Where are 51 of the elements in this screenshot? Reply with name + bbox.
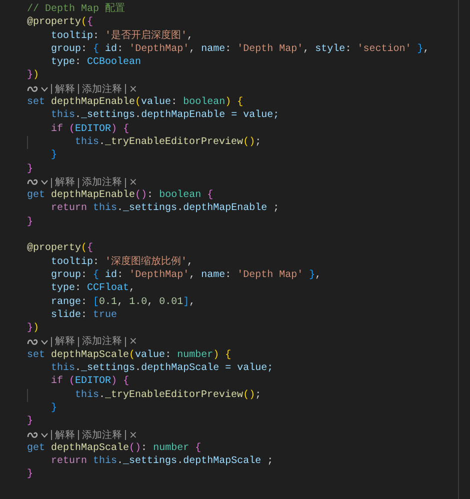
code-line: }) bbox=[27, 69, 40, 83]
code-line: } bbox=[27, 468, 34, 482]
loop-icon[interactable] bbox=[27, 84, 38, 94]
code-line: } bbox=[27, 162, 34, 176]
chevron-down-icon[interactable] bbox=[41, 432, 48, 438]
code-line: return this._settings.depthMapScale ; bbox=[50, 455, 274, 468]
code-line: slide: true bbox=[50, 308, 118, 322]
close-icon[interactable]: × bbox=[129, 428, 138, 442]
code-line: get depthMapScale(): number { bbox=[27, 442, 202, 456]
code-line: } bbox=[27, 415, 34, 428]
codelens-link[interactable]: 解释 bbox=[55, 428, 75, 442]
code-line: set depthMapEnable(value: boolean) { bbox=[27, 96, 244, 110]
code-line: return this._settings.depthMapEnable ; bbox=[50, 202, 280, 216]
code-line: tooltip: '深度图缩放比例', bbox=[50, 256, 194, 269]
code-line: group: { id: 'DepthMap', name: 'Depth Map' }, bbox=[50, 268, 322, 282]
close-icon[interactable]: × bbox=[129, 82, 138, 96]
code-line: // Depth Map 配置 bbox=[27, 3, 126, 16]
code-line: this._tryEnableEditorPreview(); bbox=[74, 136, 262, 150]
code-line: }) bbox=[27, 322, 40, 336]
code-line: type: CCFloat, bbox=[50, 282, 136, 296]
code-line: if (EDITOR) { bbox=[50, 375, 130, 389]
close-icon[interactable]: × bbox=[129, 335, 138, 349]
code-line: get depthMapEnable(): boolean { bbox=[27, 189, 214, 202]
code-line: range: [0.1, 1.0, 0.01], bbox=[50, 296, 196, 309]
code-line: @property({ bbox=[27, 16, 94, 30]
loop-icon[interactable] bbox=[27, 338, 38, 347]
code-line: this._settings.depthMapEnable = value; bbox=[50, 109, 280, 123]
chevron-down-icon[interactable] bbox=[41, 86, 48, 92]
codelens-link[interactable]: 添加注释 bbox=[82, 335, 122, 349]
loop-icon[interactable] bbox=[27, 178, 38, 187]
chevron-down-icon[interactable] bbox=[41, 180, 48, 185]
code-line: this._settings.depthMapScale = value; bbox=[50, 362, 274, 376]
codelens-link[interactable]: 解释 bbox=[55, 176, 75, 190]
code-line: set depthMapScale(value: number) { bbox=[27, 348, 232, 362]
codelens-link[interactable]: 添加注释 bbox=[82, 176, 122, 190]
chevron-down-icon[interactable] bbox=[41, 340, 48, 345]
code-line: @property({ bbox=[27, 242, 94, 256]
code-line: tooltip: '是否开启深度图', bbox=[50, 30, 194, 43]
code-line: } bbox=[50, 149, 58, 163]
loop-icon[interactable] bbox=[27, 430, 38, 440]
codelens-link[interactable]: 解释 bbox=[55, 335, 75, 349]
code-line: group: { id: 'DepthMap', name: 'Depth Map', style: 'section' }, bbox=[50, 42, 430, 56]
codelens-link[interactable]: 解释 bbox=[55, 82, 75, 96]
code-line: type: CCBoolean bbox=[50, 56, 142, 70]
code-line: this._tryEnableEditorPreview(); bbox=[74, 388, 262, 402]
code-line: } bbox=[50, 402, 58, 416]
code-line: } bbox=[27, 216, 34, 230]
close-icon[interactable]: × bbox=[129, 176, 138, 190]
codelens-link[interactable]: 添加注释 bbox=[82, 82, 122, 96]
codelens-link[interactable]: 添加注释 bbox=[82, 428, 122, 442]
code-line: if (EDITOR) { bbox=[50, 122, 130, 136]
